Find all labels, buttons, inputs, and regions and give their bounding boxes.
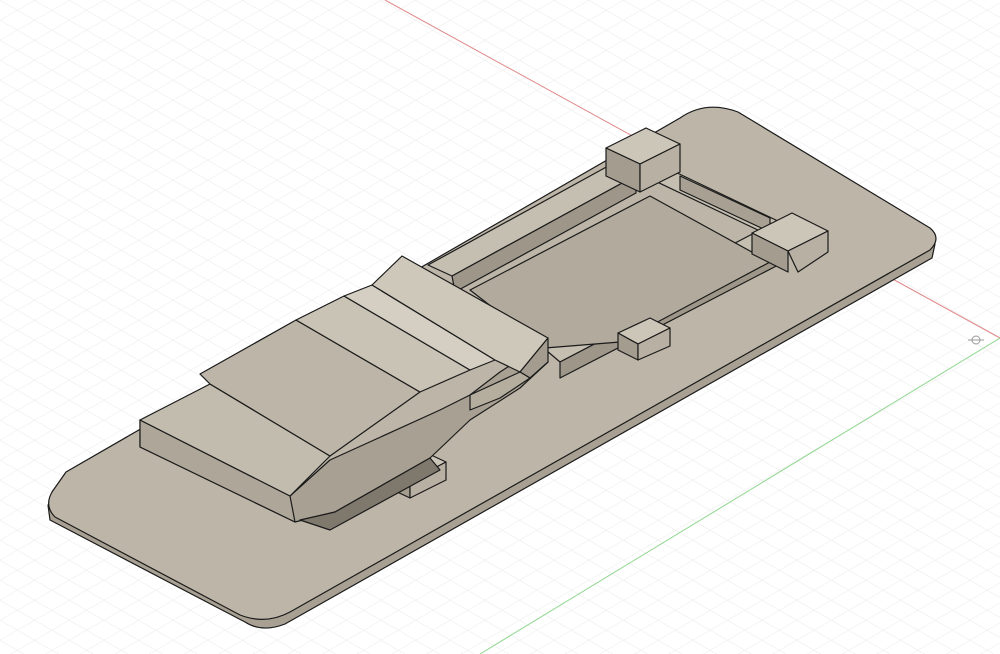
- 3d-viewport[interactable]: [0, 0, 1000, 654]
- viewport-canvas[interactable]: [0, 0, 1000, 654]
